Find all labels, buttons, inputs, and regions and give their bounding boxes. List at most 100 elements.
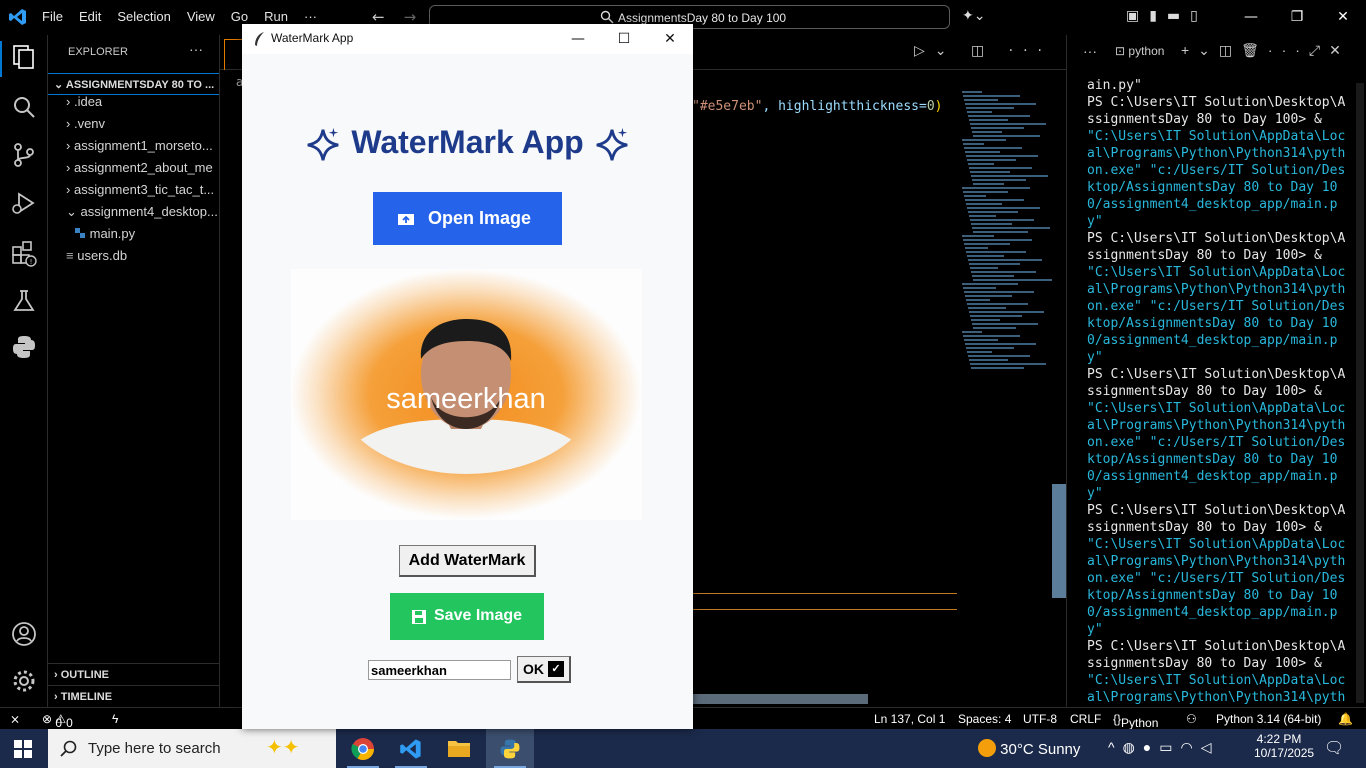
tree-item-assignment1[interactable]: › assignment1_morseto... <box>48 135 219 157</box>
vscode-logo-icon <box>9 9 26 25</box>
minimap-line <box>967 159 1016 161</box>
minimap-line <box>968 307 1006 309</box>
tree-item-venv[interactable]: › .venv <box>48 113 219 135</box>
testing-flask-icon[interactable] <box>10 287 38 315</box>
horizontal-scrollbar[interactable] <box>692 694 868 704</box>
terminal-name[interactable]: ⊡ python <box>1115 44 1164 58</box>
encoding[interactable]: UTF-8 <box>1023 712 1057 726</box>
notification-center-icon[interactable]: 🗨 <box>1324 738 1344 758</box>
menu-more[interactable]: ··· <box>304 9 317 24</box>
cursor-position[interactable]: Ln 137, Col 1 <box>874 712 945 726</box>
tree-item-idea[interactable]: › .idea <box>48 91 219 113</box>
restore-icon[interactable]: ❐ <box>1274 0 1320 35</box>
python-icon[interactable] <box>10 333 38 361</box>
tray-status-icon[interactable]: ● <box>1143 739 1159 755</box>
tree-item-users-db[interactable]: ≡ users.db <box>48 245 219 267</box>
run-debug-icon[interactable] <box>10 189 38 217</box>
save-image-button[interactable]: Save Image <box>390 593 544 640</box>
menu-edit[interactable]: Edit <box>79 9 101 24</box>
menu-selection[interactable]: Selection <box>117 9 170 24</box>
close-icon[interactable]: ✕ <box>1320 0 1366 35</box>
watermark-text-input[interactable] <box>368 660 511 680</box>
minimap-line <box>963 239 1032 241</box>
outline-section[interactable]: › OUTLINE <box>48 663 219 685</box>
explorer-icon[interactable] <box>10 43 38 71</box>
minimize-icon[interactable]: — <box>1228 0 1274 35</box>
warning-count: 0 <box>66 716 73 730</box>
taskbar-search[interactable]: Type here to search ✦✦ <box>48 729 336 768</box>
tree-item-label: main.py <box>89 226 136 241</box>
tree-item-label: .idea <box>73 94 103 109</box>
app-close-icon[interactable]: ✕ <box>647 24 693 54</box>
copilot-status-icon[interactable]: ⚇ <box>1186 712 1197 726</box>
terminal-more-button[interactable]: ··· <box>1083 43 1097 59</box>
app-maximize-icon[interactable]: ☐ <box>601 24 647 54</box>
weather-widget[interactable]: 30°C Sunny <box>978 739 1080 758</box>
battery-icon[interactable]: ▭ <box>1159 739 1180 755</box>
language-label: Python <box>1121 716 1159 730</box>
tree-item-assignment3[interactable]: › assignment3_tic_tac_t... <box>48 179 219 201</box>
layout-controls-icon[interactable]: ▣▮▬▯ <box>1126 8 1208 24</box>
lightning-icon[interactable]: ϟ <box>112 712 118 726</box>
minimap-line <box>964 147 1022 149</box>
tree-item-assignment4[interactable]: ⌄ assignment4_desktop... <box>48 201 219 223</box>
add-watermark-button[interactable]: Add WaterMark <box>399 545 536 577</box>
explorer-more-button[interactable]: ··· <box>189 41 203 57</box>
open-image-button[interactable]: Open Image <box>373 192 562 245</box>
notifications-icon[interactable]: 🔔 <box>1338 712 1353 726</box>
new-terminal-icon[interactable]: +⌄ <box>1181 42 1219 58</box>
trash-icon[interactable]: 🗑 <box>1241 42 1268 58</box>
tree-item-label: assignment4_desktop... <box>80 204 218 219</box>
editor-actions: ▷⌄ ◫ ··· <box>914 43 1052 59</box>
wifi-icon[interactable]: ◠ <box>1181 739 1201 755</box>
terminal-path: "C:\Users\IT Solution\AppData\Local\Prog… <box>1087 129 1346 229</box>
python-interpreter[interactable]: Python 3.14 (64-bit) <box>1216 712 1321 726</box>
tray-chevron-up-icon[interactable]: ^ <box>1108 739 1123 755</box>
taskbar-file-explorer[interactable] <box>435 729 483 768</box>
minimap-line <box>963 191 1008 193</box>
menu-view[interactable]: View <box>187 9 215 24</box>
menu-file[interactable]: File <box>42 9 63 24</box>
minimap-line <box>967 351 992 353</box>
minimap[interactable] <box>962 91 1052 391</box>
account-icon[interactable] <box>10 620 38 648</box>
source-control-icon[interactable] <box>10 141 38 169</box>
clock[interactable]: 4:22 PM 10/17/2025 <box>1254 732 1314 760</box>
outline-label: OUTLINE <box>60 669 110 681</box>
problems-status[interactable]: ⊗ 0 ⚠ 0 <box>42 712 73 730</box>
taskbar-chrome[interactable] <box>339 729 387 768</box>
split-editor-icon[interactable]: ◫ <box>971 43 994 59</box>
copilot-icon[interactable]: ✦⌄ <box>962 8 985 24</box>
maximize-panel-icon[interactable]: ⤢ <box>1309 42 1329 58</box>
ok-button[interactable]: OK ✓ <box>517 656 571 683</box>
vertical-scrollbar[interactable] <box>1052 484 1066 598</box>
minimap-line <box>966 107 1014 109</box>
menu-go[interactable]: Go <box>231 9 248 24</box>
app-minimize-icon[interactable]: — <box>555 24 601 54</box>
taskbar-vscode[interactable] <box>387 729 435 768</box>
timeline-section[interactable]: › TIMELINE <box>48 685 219 707</box>
line-ending[interactable]: CRLF <box>1070 712 1101 726</box>
remote-icon[interactable]: ⨯ <box>10 712 20 726</box>
windows-start-icon[interactable] <box>14 740 32 758</box>
search-icon[interactable] <box>10 93 38 121</box>
terminal-more-icon[interactable]: ··· <box>1268 42 1309 58</box>
volume-icon[interactable]: ◁ <box>1201 739 1220 755</box>
tray-apps-icon[interactable]: ◍ <box>1123 739 1143 755</box>
language-mode[interactable]: {} Python <box>1113 712 1158 730</box>
extensions-warning-icon[interactable]: ! <box>10 239 38 267</box>
close-panel-icon[interactable]: ✕ <box>1329 42 1350 58</box>
menu-run[interactable]: Run <box>264 9 288 24</box>
terminal-output[interactable]: ain.py" PS C:\Users\IT Solution\Desktop\A… <box>1087 77 1351 768</box>
tree-item-main-py[interactable]: main.py <box>48 223 219 245</box>
split-terminal-icon[interactable]: ◫ <box>1219 42 1241 58</box>
code-line[interactable]: "#e5e7eb", highlightthickness=0) <box>692 99 942 114</box>
tree-item-assignment2[interactable]: › assignment2_about_me <box>48 157 219 179</box>
indentation[interactable]: Spaces: 4 <box>958 712 1011 726</box>
run-icon[interactable]: ▷⌄ <box>914 43 957 59</box>
settings-gear-icon[interactable] <box>10 667 38 695</box>
minimap-line <box>966 203 1002 205</box>
terminal-scrollbar[interactable] <box>1356 83 1364 703</box>
taskbar-python[interactable] <box>486 729 534 768</box>
editor-more-icon[interactable]: ··· <box>1009 43 1052 59</box>
